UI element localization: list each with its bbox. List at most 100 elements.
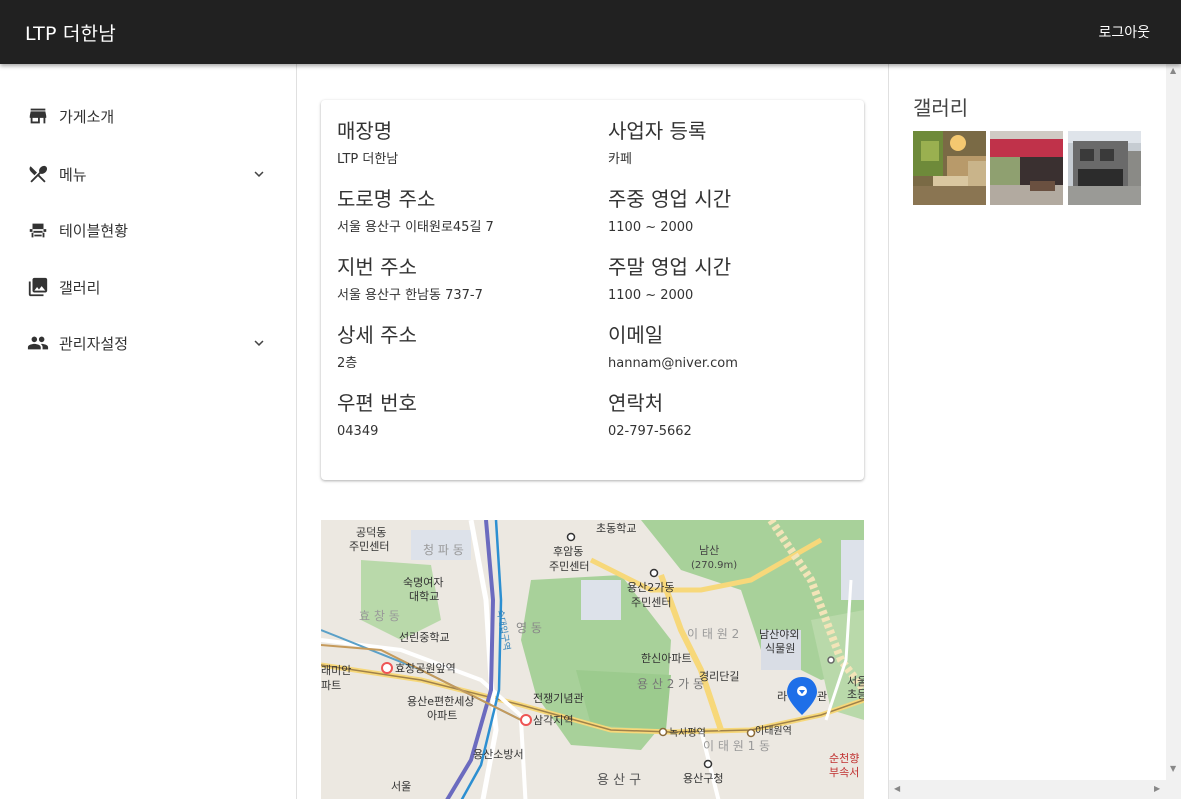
weekday-hours-field: 주중 영업 시간 1100 ~ 2000 [608, 187, 868, 236]
map-label: 초등 [847, 688, 864, 701]
field-value: 2층 [337, 356, 358, 371]
field-label: 도로명 주소 [337, 187, 436, 211]
field-value: 서울 용산구 이태원로45길 7 [337, 220, 494, 235]
map-canvas: 공덕동 주민센터 청 파 동 초동학교 후암동 주민센터 남산 (270.9m)… [321, 520, 864, 799]
map-label: 식물원 [765, 642, 795, 655]
store-name-field: 매장명 LTP 더한남 [337, 119, 597, 168]
map-label: 용산구청 [683, 772, 723, 785]
photo-library-icon [28, 277, 48, 297]
chevron-down-icon[interactable] [250, 334, 268, 352]
scroll-down-icon[interactable]: ▼ [1170, 764, 1176, 773]
map-label: 파트 [321, 679, 341, 692]
vertical-scrollbar[interactable]: ▲ ▼ [1166, 64, 1181, 799]
field-value: 서울 용산구 한남동 737-7 [337, 288, 483, 303]
sidebar-item-label: 테이블현황 [59, 221, 129, 240]
road-address-field: 도로명 주소 서울 용산구 이태원로45길 7 [337, 187, 597, 236]
cafe-terrace-photo [913, 131, 986, 205]
map-label: 주민센터 [631, 596, 671, 609]
map-label: 용산e편한세상 [407, 695, 475, 708]
store-info-card: 매장명 LTP 더한남 사업자 등록 카페 도로명 주소 서울 용산구 이태원로… [321, 100, 864, 480]
field-value: 04349 [337, 424, 379, 439]
map-label: 서울 [847, 675, 864, 688]
location-map[interactable]: 공덕동 주민센터 청 파 동 초동학교 후암동 주민센터 남산 (270.9m)… [321, 520, 864, 799]
sidebar-item-label: 가게소개 [59, 107, 115, 126]
weekend-hours-field: 주말 영업 시간 1100 ~ 2000 [608, 255, 868, 304]
sidebar-item-menu[interactable]: 메뉴 [0, 150, 296, 198]
map-label: 녹사평역 [669, 727, 706, 739]
sidebar-item-label: 메뉴 [59, 165, 87, 184]
map-label: 용산소방서 [473, 748, 524, 761]
main-content: 매장명 LTP 더한남 사업자 등록 카페 도로명 주소 서울 용산구 이태원로… [297, 64, 889, 799]
field-label: 사업자 등록 [608, 119, 707, 143]
map-label: 이태원역 [755, 725, 792, 737]
field-value: hannam@niver.com [608, 356, 738, 371]
map-label: 영 동 [516, 621, 542, 635]
field-value: LTP 더한남 [337, 152, 399, 167]
map-label: 후암동 [553, 545, 583, 558]
logout-button[interactable]: 로그아웃 [1098, 22, 1150, 42]
chevron-down-icon[interactable] [250, 165, 268, 183]
map-label: 부속서 [829, 766, 859, 779]
map-label: 이 태 원 1 동 [703, 739, 770, 753]
map-label: 효창공원앞역 [395, 662, 456, 675]
field-label: 주말 영업 시간 [608, 255, 732, 279]
field-label: 지번 주소 [337, 255, 417, 279]
scroll-left-icon[interactable]: ◀ [894, 784, 900, 793]
field-value: 1100 ~ 2000 [608, 220, 694, 235]
detail-address-field: 상세 주소 2층 [337, 323, 597, 372]
field-label: 우편 번호 [337, 391, 417, 415]
field-value: 1100 ~ 2000 [608, 288, 694, 303]
map-label: 공덕동 [356, 526, 386, 539]
map-label: 효 창 동 [359, 609, 400, 623]
sidebar-item-label: 갤러리 [59, 278, 101, 297]
map-label: 주민센터 [549, 560, 589, 573]
sidebar-item-admin-settings[interactable]: 관리자설정 [0, 319, 296, 367]
field-value: 카페 [608, 152, 632, 167]
map-label: 초동학교 [596, 522, 636, 535]
cafe-red-awning-photo [990, 131, 1063, 205]
map-label: 순천향 [829, 751, 859, 765]
map-label: 용산2가동 [627, 581, 674, 594]
scroll-right-icon[interactable]: ▶ [1154, 784, 1160, 793]
map-label: 아파트 [427, 709, 457, 722]
map-label: 서울 [391, 780, 411, 793]
field-label: 이메일 [608, 323, 664, 347]
gallery-title: 갤러리 [913, 96, 969, 120]
map-label: 주민센터 [349, 540, 389, 553]
map-label: 라 [777, 690, 787, 703]
map-label: 남산 [699, 544, 719, 557]
email-field: 이메일 hannam@niver.com [608, 323, 868, 372]
sidebar-item-store-info[interactable]: 가게소개 [0, 92, 296, 140]
app-bar: LTP 더한남 로그아웃 [0, 0, 1181, 64]
gallery-thumbnail[interactable] [990, 131, 1063, 205]
contact-field: 연락처 02-797-5662 [608, 391, 868, 440]
map-label: (270.9m) [691, 560, 737, 571]
sidebar-item-gallery[interactable]: 갤러리 [0, 263, 296, 311]
cafe-building-photo [1068, 131, 1141, 205]
restaurant-icon [29, 165, 48, 183]
field-label: 연락처 [608, 391, 664, 415]
map-label: 숙명여자 [403, 576, 443, 589]
map-label: 관 [817, 690, 827, 703]
map-label: 경리단길 [699, 670, 739, 683]
map-label: 한신아파트 [641, 652, 692, 665]
gallery-thumbnail[interactable] [913, 131, 986, 205]
field-label: 매장명 [337, 119, 393, 143]
lot-address-field: 지번 주소 서울 용산구 한남동 737-7 [337, 255, 597, 304]
horizontal-scrollbar[interactable]: ◀ ▶ [889, 780, 1166, 799]
scroll-up-icon[interactable]: ▲ [1170, 66, 1176, 75]
map-label: 선린중학교 [399, 631, 450, 644]
map-label: 용 산 2 가 동 [637, 677, 704, 691]
field-value: 02-797-5662 [608, 424, 692, 439]
gallery-thumbnail[interactable] [1068, 131, 1141, 205]
map-label: 삼각지역 [533, 714, 573, 727]
map-label: 용 산 구 [597, 773, 641, 788]
map-label: 대학교 [409, 590, 439, 603]
map-label: 래미안 [321, 664, 351, 677]
gallery-panel: 갤러리 [889, 64, 1166, 780]
chair-icon [29, 223, 47, 238]
sidebar: 가게소개 메뉴 테이블현황 갤러리 관리자설정 [0, 64, 297, 799]
field-label: 상세 주소 [337, 323, 417, 347]
sidebar-item-tables[interactable]: 테이블현황 [0, 206, 296, 254]
map-label: 전쟁기념관 [533, 692, 584, 705]
